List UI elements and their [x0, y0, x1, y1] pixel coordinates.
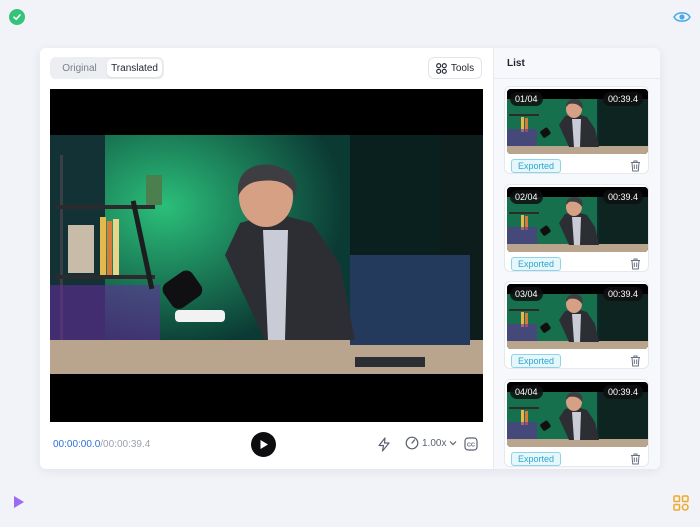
captions-icon[interactable]: CC [464, 437, 478, 451]
total-time: /00:00:39.4 [100, 439, 151, 450]
play-icon [260, 440, 268, 449]
tools-label: Tools [450, 62, 475, 74]
clip-index-badge: 03/04 [510, 287, 543, 301]
preview-area: Original Translated Tools 00:00:00.0/00:… [40, 48, 493, 469]
clip-card[interactable]: 04/04 00:39.4 Exported [504, 378, 649, 467]
view-toggle: Original Translated [50, 57, 164, 79]
clip-card[interactable]: 03/04 00:39.4 Exported [504, 281, 649, 369]
player-controls: 00:00:00.0/00:00:39.4 1.00x CC [50, 430, 483, 460]
check-circle-icon [9, 9, 25, 25]
current-time: 00:00:00.0 [53, 439, 101, 450]
trash-icon[interactable] [630, 258, 641, 270]
eye-icon[interactable] [673, 9, 691, 25]
play-triangle-icon[interactable] [12, 495, 26, 509]
tab-original[interactable]: Original [52, 59, 107, 77]
clip-list-panel: List 01/04 00:39.4 Exported 02/04 00:39.… [493, 48, 660, 469]
trash-icon[interactable] [630, 355, 641, 367]
clip-duration-badge: 00:39.4 [602, 92, 643, 106]
list-title: List [507, 58, 525, 69]
speedometer-icon [405, 436, 419, 450]
clip-index-badge: 01/04 [510, 92, 543, 106]
clip-duration-badge: 00:39.4 [602, 384, 643, 399]
trash-icon[interactable] [630, 160, 641, 172]
speed-value: 1.00x [422, 437, 447, 449]
clip-card[interactable]: 02/04 00:39.4 Exported [504, 183, 649, 272]
clip-index-badge: 04/04 [510, 384, 543, 399]
exported-tag: Exported [511, 256, 562, 271]
list-divider [494, 78, 660, 79]
clip-duration-badge: 00:39.4 [602, 189, 643, 204]
time-display: 00:00:00.0/00:00:39.4 [53, 439, 150, 450]
exported-tag: Exported [511, 451, 562, 466]
tab-translated[interactable]: Translated [107, 59, 162, 77]
chevron-down-icon [450, 441, 457, 446]
clip-duration-badge: 00:39.4 [602, 287, 643, 301]
tools-grid-icon [435, 62, 447, 74]
exported-tag: Exported [511, 159, 562, 173]
video-player[interactable] [50, 89, 483, 422]
speed-selector[interactable]: 1.00x [405, 436, 457, 450]
editor-panel: Original Translated Tools 00:00:00.0/00:… [40, 48, 660, 469]
tools-button[interactable]: Tools [428, 57, 482, 79]
play-button[interactable] [251, 432, 276, 457]
clip-card[interactable]: 01/04 00:39.4 Exported [504, 86, 649, 174]
lightning-icon[interactable] [377, 437, 391, 452]
grid-apps-icon[interactable] [673, 495, 689, 511]
exported-tag: Exported [511, 354, 562, 368]
svg-text:CC: CC [467, 443, 475, 449]
clip-index-badge: 02/04 [510, 189, 543, 204]
trash-icon[interactable] [630, 453, 641, 465]
video-frame [50, 135, 483, 374]
